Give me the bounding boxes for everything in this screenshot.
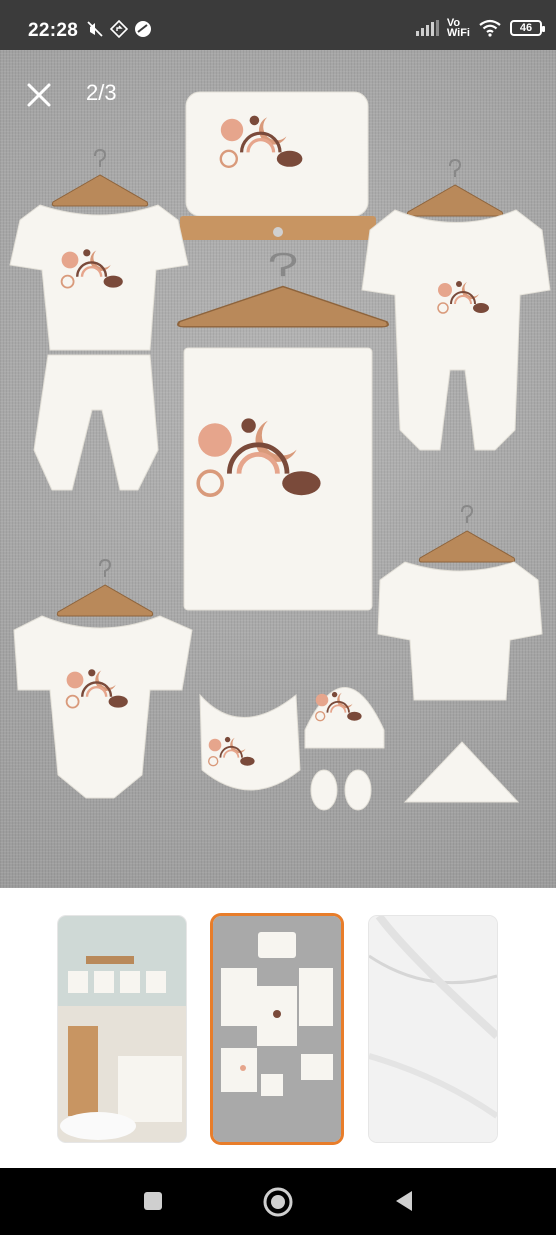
recent-apps-icon[interactable]: [142, 1190, 164, 1212]
data-saver-icon: [135, 21, 151, 37]
navigation-bar: [0, 1168, 556, 1235]
thumbnail-3[interactable]: [369, 916, 497, 1142]
mute-icon: [87, 21, 103, 37]
status-time: 22:28: [28, 20, 79, 41]
thumbnail-1[interactable]: [58, 916, 186, 1142]
image-viewer[interactable]: 2/3: [0, 50, 556, 888]
navigation-icon: [110, 20, 128, 38]
home-icon[interactable]: [262, 1186, 294, 1218]
vowifi-indicator: Vo WiFi: [446, 17, 470, 39]
back-icon[interactable]: [392, 1189, 416, 1213]
wifi-icon: [479, 19, 501, 37]
thumbnail-2[interactable]: [213, 916, 341, 1142]
thumbnail-fabric-image: [369, 916, 497, 1142]
thumbnail-set-image: [213, 916, 341, 1142]
thumbnail-strip: [0, 888, 556, 1168]
signal-icon: [415, 20, 439, 36]
product-image: [9, 91, 551, 811]
battery-icon: 46: [510, 20, 545, 36]
thumbnail-nursery-image: [58, 916, 186, 1142]
status-bar: 22:28 Vo WiFi 46: [0, 0, 556, 50]
